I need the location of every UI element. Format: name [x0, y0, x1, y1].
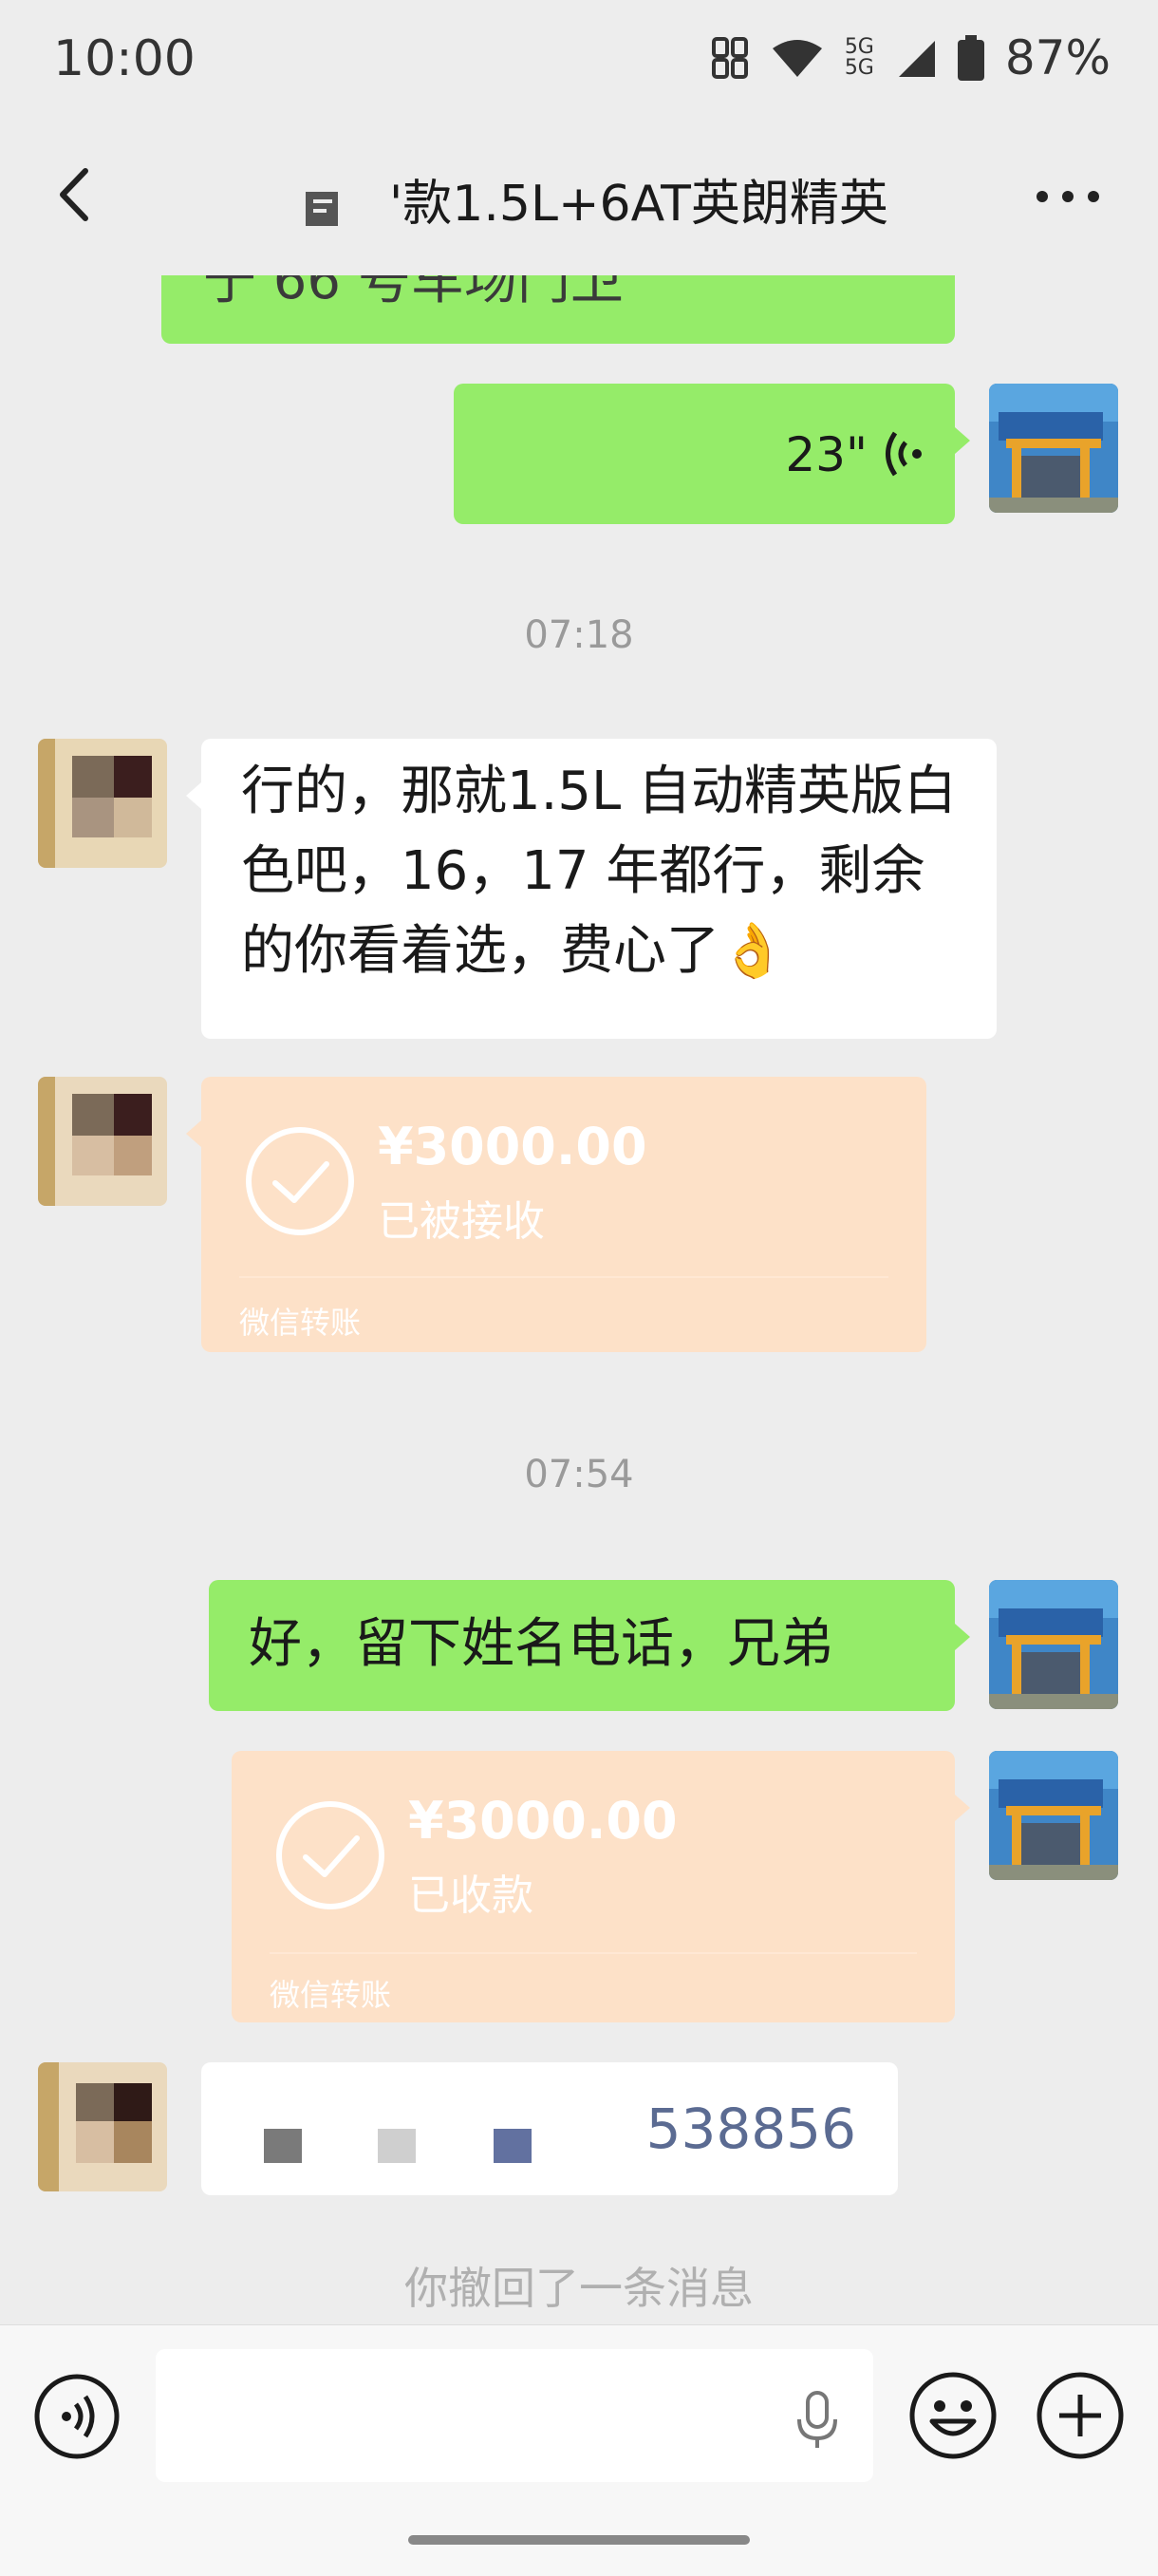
- bubble-tail: [186, 1120, 201, 1147]
- status-icons: 5G 5G 87%: [711, 30, 1111, 85]
- voice-wave-icon: [886, 431, 922, 477]
- bubble-tail: [955, 427, 970, 454]
- chat-title: '款1.5L+6AT英朗精英: [389, 176, 888, 233]
- contact-avatar[interactable]: [38, 739, 167, 868]
- message-input[interactable]: [156, 2349, 873, 2482]
- incoming-text-bubble[interactable]: 行的，那就1.5L 自动精英版白色吧，16，17 年都行，剩余的你看着选，费心了…: [201, 739, 997, 1039]
- microphone-icon: [797, 2391, 837, 2448]
- recall-notice: 你撤回了一条消息: [404, 2263, 754, 2314]
- bubble-tail: [955, 1624, 970, 1650]
- redacted-block: [264, 2129, 302, 2163]
- bubble-tail: [955, 1795, 970, 1821]
- message-text: 好，留下姓名电话，兄弟: [249, 1613, 833, 1675]
- signal-icon: [898, 41, 935, 77]
- document-icon: [304, 186, 344, 228]
- plus-button[interactable]: [1035, 2370, 1126, 2461]
- redacted-block: [494, 2129, 532, 2163]
- more-icon: [1037, 191, 1099, 202]
- transfer-footer: 微信转账: [239, 1305, 362, 1341]
- transfer-footer: 微信转账: [270, 1977, 392, 2013]
- transfer-amount: ¥3000.00: [408, 1791, 678, 1851]
- check-circle-icon: [276, 1801, 384, 1909]
- battery-icon: [957, 35, 984, 81]
- emoji-icon: [909, 2372, 997, 2459]
- back-button-overlay[interactable]: [46, 161, 112, 228]
- wifi-icon: [772, 40, 822, 77]
- voice-duration: 23": [785, 427, 868, 482]
- battery-percentage: 87%: [1004, 30, 1111, 85]
- message-text: 行的，那就1.5L 自动精英版白色吧，16，17 年都行，剩余的你看着选，费心了…: [241, 761, 958, 982]
- transfer-card-collected[interactable]: ¥3000.00 已收款 微信转账: [232, 1751, 955, 2022]
- network-5g-label: 5G 5G: [844, 35, 874, 80]
- voice-message-bubble[interactable]: 23": [454, 384, 955, 524]
- voice-mode-icon: [34, 2374, 120, 2459]
- redacted-block: [378, 2129, 416, 2163]
- check-circle-icon: [246, 1127, 354, 1235]
- microphone-button[interactable]: [784, 2387, 850, 2454]
- contact-avatar[interactable]: [38, 2062, 167, 2191]
- my-avatar[interactable]: [989, 1580, 1118, 1709]
- timestamp: 07:18: [524, 613, 634, 657]
- status-time: 10:00: [53, 30, 196, 87]
- transfer-amount: ¥3000.00: [378, 1117, 647, 1176]
- plus-icon: [1037, 2372, 1124, 2459]
- nfc-icon: [711, 37, 748, 79]
- outgoing-text-bubble[interactable]: 好，留下姓名电话，兄弟: [209, 1580, 955, 1711]
- bubble-tail: [186, 782, 201, 809]
- my-avatar[interactable]: [989, 1751, 1118, 1880]
- contact-avatar[interactable]: [38, 1077, 167, 1206]
- phone-number-text: 538856: [645, 2097, 856, 2161]
- transfer-status: 已被接收: [378, 1197, 545, 1246]
- home-indicator[interactable]: [408, 2535, 750, 2545]
- divider: [239, 1276, 888, 1278]
- back-icon: [60, 168, 88, 221]
- voice-mode-button[interactable]: [32, 2372, 121, 2461]
- transfer-card-received[interactable]: ¥3000.00 已被接收 微信转账: [201, 1077, 926, 1352]
- emoji-button[interactable]: [907, 2370, 999, 2461]
- my-avatar[interactable]: [989, 384, 1118, 513]
- more-options-button[interactable]: [1025, 163, 1111, 230]
- transfer-status: 已收款: [408, 1871, 533, 1920]
- timestamp: 07:54: [524, 1453, 634, 1496]
- incoming-phone-bubble[interactable]: 538856: [201, 2062, 898, 2195]
- divider: [270, 1952, 917, 1954]
